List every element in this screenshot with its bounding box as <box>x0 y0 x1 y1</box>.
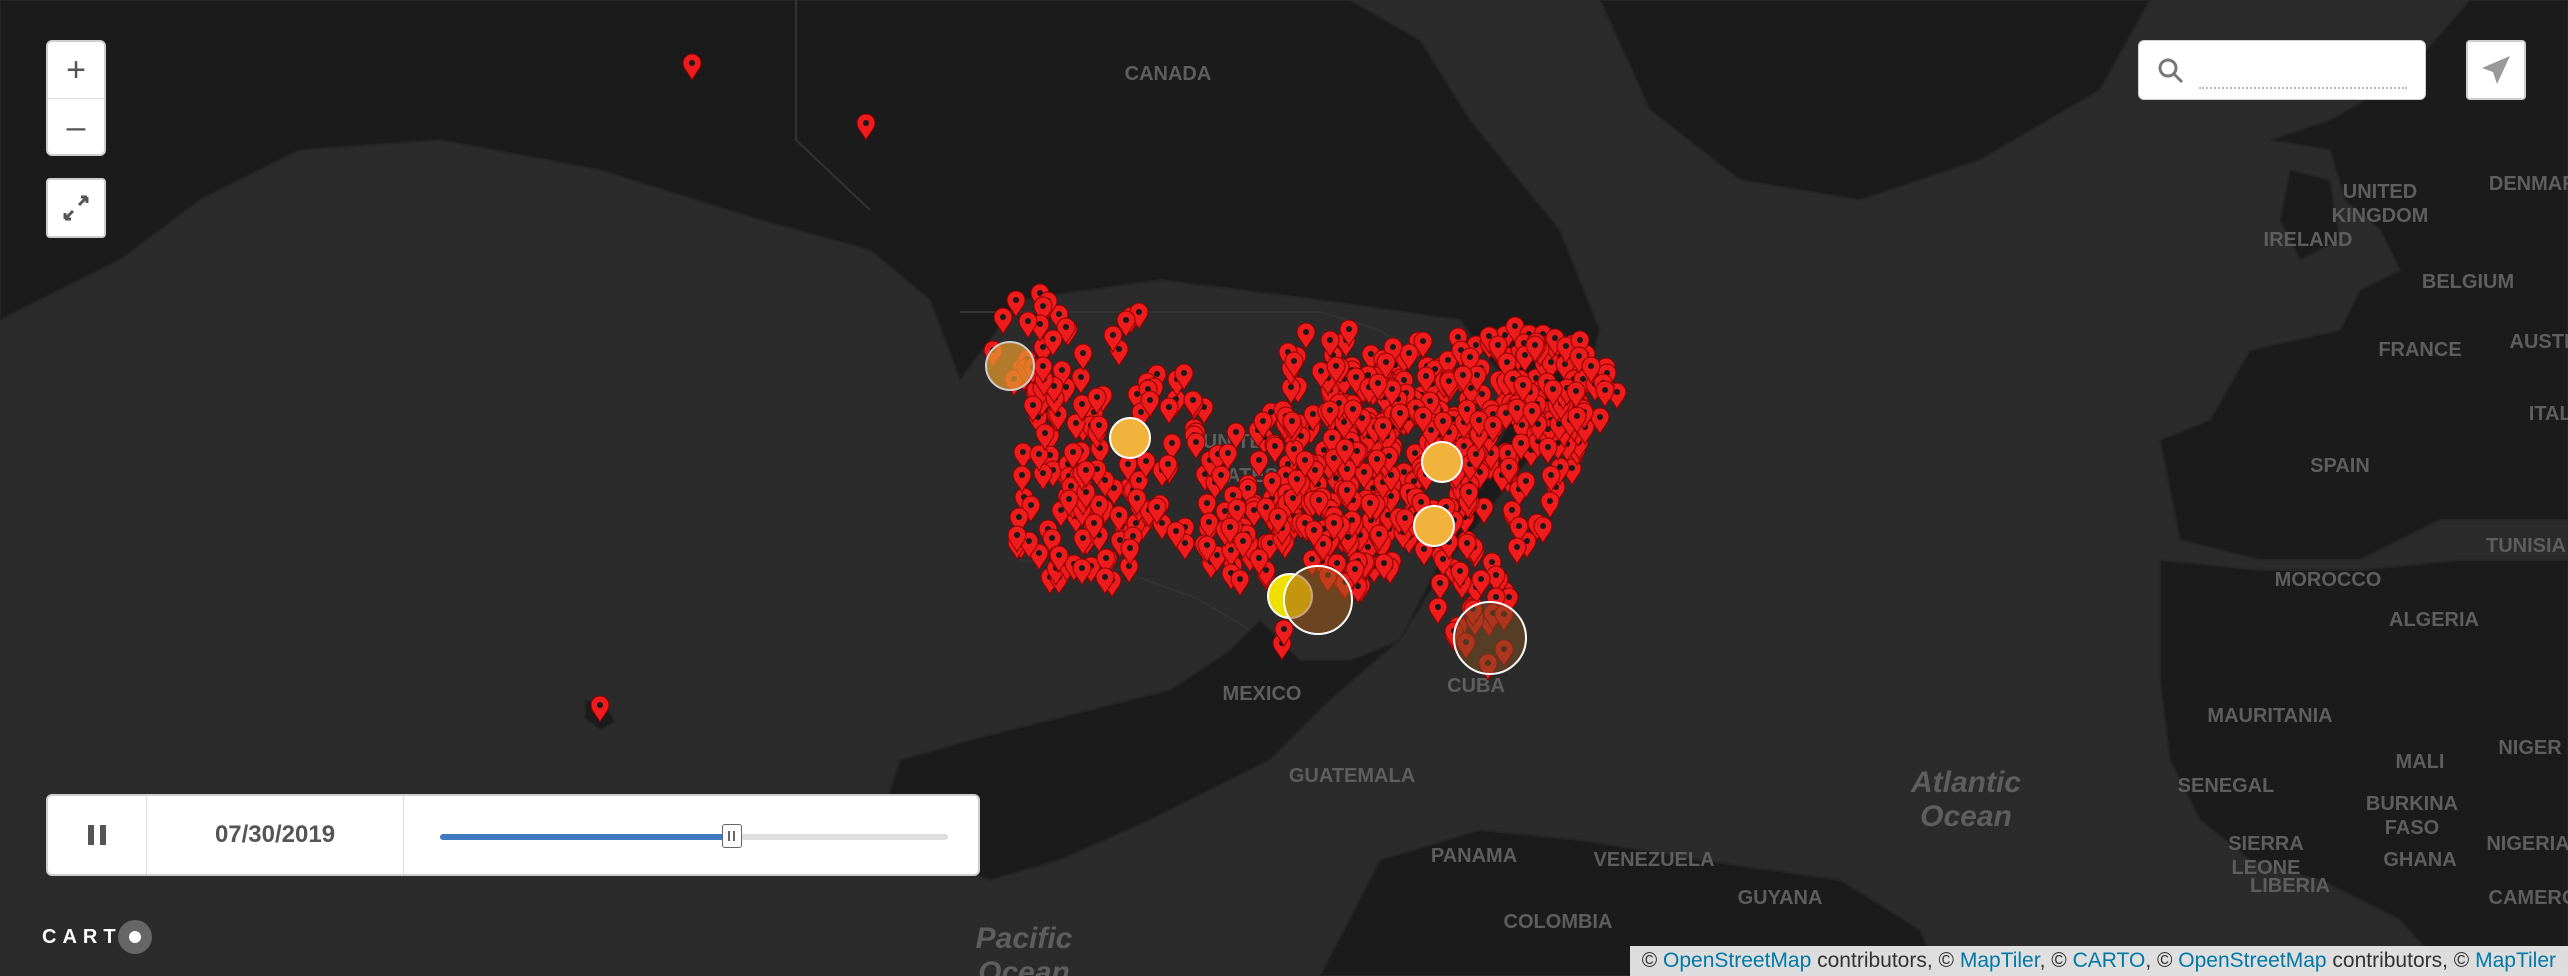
label-ireland: IRELAND <box>2264 229 2353 251</box>
label-senegal: SENEGAL <box>2178 775 2275 797</box>
time-slider[interactable] <box>404 796 978 874</box>
slider-track[interactable] <box>440 824 948 848</box>
label-mexico: MEXICO <box>1223 683 1302 705</box>
label-panama: PANAMA <box>1431 845 1517 867</box>
attr-sep-2: , © <box>2145 949 2179 972</box>
label-spain: SPAIN <box>2310 455 2370 477</box>
cluster-bubble <box>1453 601 1527 675</box>
carto-logo-mark <box>117 920 152 954</box>
maptiler-link[interactable]: MapTiler <box>1960 949 2040 972</box>
cluster-bubble <box>985 341 1035 391</box>
search-box <box>2138 40 2426 100</box>
map-attribution: © OpenStreetMap contributors, © MapTiler… <box>1629 946 2568 976</box>
slider-handle[interactable] <box>722 824 743 848</box>
label-algeria: ALGERIA <box>2389 609 2479 631</box>
maptiler-link-2[interactable]: MapTiler <box>2475 949 2556 972</box>
label-pacific: Pacific Ocean <box>976 922 1073 976</box>
label-cuba: CUBA <box>1447 675 1505 697</box>
osm-link-2[interactable]: OpenStreetMap <box>2178 949 2326 972</box>
label-italy: ITALY <box>2529 403 2568 425</box>
carto-logo-text: CART <box>42 925 122 948</box>
current-date: 07/30/2019 <box>147 796 404 874</box>
label-niger: NIGER <box>2498 737 2562 759</box>
label-cameroon: CAMEROON <box>2489 887 2568 909</box>
label-tunisia: TUNISIA <box>2486 535 2566 557</box>
carto-link[interactable]: CARTO <box>2073 949 2146 972</box>
label-france: FRANCE <box>2378 339 2461 361</box>
fullscreen-icon <box>63 195 89 221</box>
pause-button[interactable] <box>48 796 147 874</box>
osm-link[interactable]: OpenStreetMap <box>1663 949 1811 972</box>
cluster-bubble <box>1413 505 1455 547</box>
label-mali: MALI <box>2396 751 2445 773</box>
attr-contrib-2: contributors, © <box>2326 949 2476 972</box>
label-liberia: LIBERIA <box>2250 875 2330 897</box>
attr-contrib: contributors, © <box>1811 949 1960 972</box>
label-canada: CANADA <box>1125 63 1212 85</box>
label-denmark: DENMARK <box>2489 173 2568 195</box>
label-belgium: BELGIUM <box>2422 271 2514 293</box>
search-input[interactable] <box>2199 55 2407 89</box>
label-guatemala: GUATEMALA <box>1289 765 1415 787</box>
pause-icon <box>88 825 106 845</box>
label-ghana: GHANA <box>2383 849 2456 871</box>
zoom-control: + – <box>46 40 106 156</box>
label-mauritania: MAURITANIA <box>2207 705 2332 727</box>
label-colombia: COLOMBIA <box>1504 911 1613 933</box>
fullscreen-button[interactable] <box>46 178 106 238</box>
label-guyana: GUYANA <box>1738 887 1823 909</box>
cluster-bubble <box>1109 417 1151 459</box>
locate-button[interactable] <box>2466 40 2526 100</box>
label-austria: AUSTRIA <box>2510 331 2568 353</box>
attr-prefix: © <box>1641 949 1664 972</box>
cluster-bubble <box>1421 441 1463 483</box>
zoom-out-button[interactable]: – <box>48 98 104 155</box>
time-slider-widget: 07/30/2019 <box>46 794 980 876</box>
slider-progress <box>440 834 733 840</box>
label-venezuela: VENEZUELA <box>1593 849 1714 871</box>
label-morocco: MOROCCO <box>2275 569 2382 591</box>
label-atlantic: Atlantic Ocean <box>1910 766 2021 833</box>
paper-plane-icon <box>2482 56 2510 84</box>
cluster-bubble <box>1283 565 1353 635</box>
zoom-in-button[interactable]: + <box>48 42 104 98</box>
search-icon <box>2158 58 2184 84</box>
label-nigeria: NIGERIA <box>2486 833 2568 855</box>
attr-sep: , © <box>2039 949 2073 972</box>
carto-logo: CART <box>42 920 152 954</box>
